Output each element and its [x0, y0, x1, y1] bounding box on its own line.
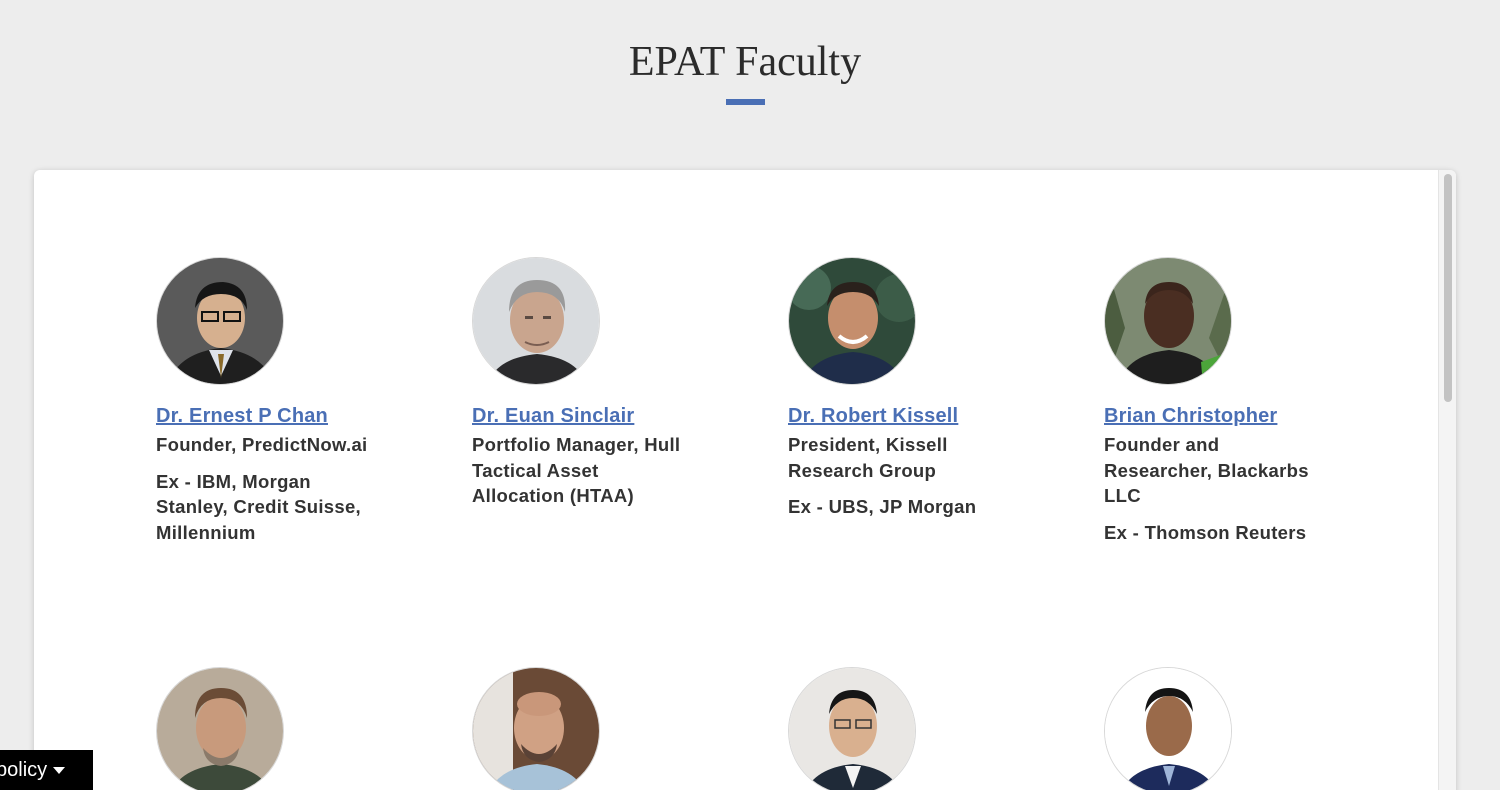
faculty-member: Brian Christopher Founder and Researcher… — [1104, 257, 1324, 545]
faculty-member — [788, 667, 1008, 790]
faculty-role: Founder, PredictNow.ai — [156, 434, 368, 455]
faculty-name-link[interactable]: Dr. Robert Kissell — [788, 405, 958, 428]
faculty-name-link[interactable]: Dr. Ernest P Chan — [156, 405, 328, 428]
faculty-member — [472, 667, 692, 790]
faculty-photo — [156, 257, 284, 385]
section-title: EPAT Faculty — [628, 39, 862, 85]
faculty-ex-companies: Ex - Thomson Reuters — [1104, 521, 1307, 543]
faculty-member: Dr. Robert Kissell President, Kissell Re… — [788, 257, 1008, 520]
faculty-photo — [1104, 667, 1232, 790]
faculty-member: Dr. Ernest P Chan Founder, PredictNow.ai… — [156, 257, 376, 545]
faculty-member: Dr. Euan Sinclair Portfolio Manager, Hul… — [472, 257, 692, 520]
faculty-photo — [472, 667, 600, 790]
faculty-ex-companies: Ex - IBM, Morgan Stanley, Credit Suisse,… — [156, 470, 361, 543]
caret-down-icon — [53, 766, 66, 774]
faculty-role: President, Kissell Research Group — [788, 434, 948, 481]
faculty-photo — [156, 667, 284, 790]
scrollbar[interactable] — [1438, 170, 1456, 790]
scrollbar-thumb[interactable] — [1444, 174, 1452, 402]
title-underline — [726, 99, 765, 105]
cookie-policy-toggle[interactable]: policy — [0, 750, 93, 790]
cookie-policy-label: policy — [0, 758, 48, 781]
faculty-name-link[interactable]: Dr. Euan Sinclair — [472, 405, 634, 428]
faculty-member — [1104, 667, 1324, 790]
faculty-role: Portfolio Manager, Hull Tactical Asset A… — [472, 434, 681, 506]
faculty-photo — [472, 257, 600, 385]
faculty-photo — [1104, 257, 1232, 385]
faculty-role: Founder and Researcher, Blackarbs LLC — [1104, 434, 1309, 506]
faculty-card: Dr. Ernest P Chan Founder, PredictNow.ai… — [34, 170, 1456, 790]
faculty-photo — [788, 667, 916, 790]
faculty-member — [156, 667, 376, 790]
faculty-photo — [788, 257, 916, 385]
faculty-name-link[interactable]: Brian Christopher — [1104, 405, 1277, 428]
faculty-ex-companies: Ex - UBS, JP Morgan — [788, 496, 977, 517]
page: EPAT Faculty Dr. Ernest P Chan Founder, — [0, 0, 1500, 790]
